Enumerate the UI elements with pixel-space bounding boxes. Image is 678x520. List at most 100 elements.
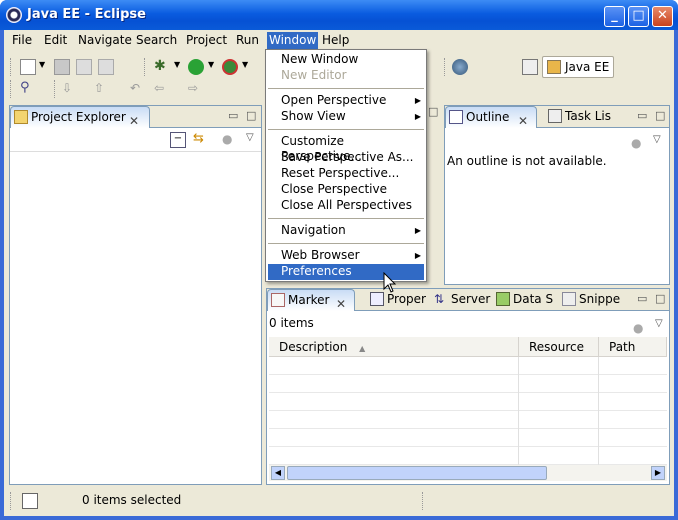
markers-view-menu-icon[interactable]: ▽ — [655, 318, 663, 329]
tab-task-list[interactable]: Task Lis — [545, 106, 625, 128]
menu-item-label: Preferences — [281, 264, 352, 278]
outline-empty-message: An outline is not available. — [447, 154, 607, 168]
tab-servers[interactable]: ⇅ Server — [431, 289, 491, 311]
maximize-button[interactable]: □ — [628, 6, 649, 27]
minimize-view-icon[interactable]: ▭ — [228, 109, 238, 122]
perspective-label: Java EE — [565, 60, 610, 74]
menu-item-open-perspective[interactable]: Open Perspective ▶ — [268, 93, 424, 109]
outline-view-menu-icon[interactable]: ▽ — [653, 134, 661, 145]
new-icon[interactable] — [20, 59, 36, 75]
column-description[interactable]: Description ▲ — [269, 337, 519, 357]
column-path[interactable]: Path — [599, 337, 667, 357]
next-annotation-icon[interactable]: ⇩ — [62, 81, 78, 97]
horizontal-scrollbar[interactable]: ◀ ▶ — [269, 465, 667, 481]
web-browser-icon[interactable] — [452, 59, 468, 75]
menu-item-navigation[interactable]: Navigation ▶ — [268, 223, 424, 239]
tab-markers[interactable]: Marker ✕ — [267, 289, 355, 311]
open-perspective-icon[interactable] — [522, 59, 538, 75]
java-ee-perspective-icon — [547, 60, 561, 74]
close-button[interactable]: ✕ — [652, 6, 673, 27]
debug-icon[interactable]: ✱ — [154, 59, 170, 75]
external-tools-dropdown-icon[interactable]: ▼ — [242, 60, 248, 69]
run-dropdown-icon[interactable]: ▼ — [208, 60, 214, 69]
scroll-right-icon[interactable]: ▶ — [651, 466, 665, 480]
scroll-left-icon[interactable]: ◀ — [271, 466, 285, 480]
last-edit-icon[interactable]: ↶ — [130, 81, 146, 97]
snippets-label: Snippe — [579, 292, 621, 306]
back-icon[interactable]: ⇦ — [154, 81, 170, 97]
menu-separator — [268, 243, 424, 244]
column-resource[interactable]: Resource — [519, 337, 599, 357]
snippets-icon — [562, 292, 576, 306]
data-source-icon — [496, 292, 510, 306]
menu-item-close-perspective[interactable]: Close Perspective — [268, 182, 424, 198]
outline-maximize-icon[interactable]: □ — [655, 109, 665, 122]
outline-tabbar: Outline ✕ Task Lis ▭ □ — [445, 106, 669, 128]
menu-help[interactable]: Help — [320, 32, 351, 49]
forward-icon[interactable]: ⇨ — [188, 81, 204, 97]
tab-snippets[interactable]: Snippe — [559, 289, 623, 311]
markers-icon — [271, 293, 285, 307]
link-with-editor-icon[interactable]: ⇆ — [193, 132, 209, 148]
view-menu-dots-icon[interactable]: ● — [222, 132, 238, 148]
save-icon[interactable] — [54, 59, 70, 75]
run-icon[interactable] — [188, 59, 204, 75]
tab-data-source[interactable]: Data S — [493, 289, 555, 311]
maximize-view-icon[interactable]: □ — [246, 109, 256, 122]
markers-minimize-icon[interactable]: ▭ — [637, 292, 647, 305]
editor-maximize-icon[interactable]: □ — [428, 105, 438, 118]
minimize-button[interactable]: _ — [604, 6, 625, 27]
folder-icon — [14, 110, 28, 124]
markers-view-menu-dots-icon[interactable]: ● — [633, 321, 649, 337]
menu-item-label: Open Perspective — [281, 93, 387, 107]
previous-annotation-icon[interactable]: ⇧ — [94, 81, 110, 97]
save-all-icon[interactable] — [76, 59, 92, 75]
menu-file[interactable]: File — [10, 32, 34, 49]
close-markers-icon[interactable]: ✕ — [336, 294, 346, 314]
markers-view: Marker ✕ Proper ⇅ Server Data S Snippe ▭… — [266, 288, 670, 485]
menu-item-customize-perspective[interactable]: Customize Perspective... — [268, 134, 424, 163]
perspective-switcher[interactable]: Java EE — [542, 56, 614, 78]
menu-separator — [268, 218, 424, 219]
menu-item-new-editor: New Editor — [268, 68, 424, 84]
menu-item-reset-perspective[interactable]: Reset Perspective... — [268, 166, 424, 182]
menu-edit[interactable]: Edit — [42, 32, 69, 49]
search-wrench-icon[interactable]: ⚲ — [20, 81, 36, 97]
collapse-all-icon[interactable]: − — [170, 132, 186, 148]
outline-minimize-icon[interactable]: ▭ — [637, 109, 647, 122]
project-explorer-label: Project Explorer — [31, 110, 126, 124]
external-tools-icon[interactable] — [222, 59, 238, 75]
fast-view-icon[interactable] — [22, 493, 38, 509]
menu-run[interactable]: Run — [234, 32, 261, 49]
menu-item-save-perspective-as[interactable]: Save Perspective As... — [268, 150, 424, 166]
close-outline-icon[interactable]: ✕ — [518, 111, 528, 131]
menu-item-show-view[interactable]: Show View ▶ — [268, 109, 424, 125]
view-menu-icon[interactable]: ▽ — [246, 132, 254, 143]
menu-window[interactable]: Window — [267, 32, 319, 49]
data-source-label: Data S — [513, 292, 554, 306]
window-menu-dropdown: New Window New Editor Open Perspective ▶ … — [265, 49, 427, 282]
tab-outline[interactable]: Outline ✕ — [445, 106, 537, 128]
outline-icon — [449, 110, 463, 124]
menu-project[interactable]: Project — [184, 32, 229, 49]
menu-item-web-browser[interactable]: Web Browser ▶ — [268, 248, 424, 264]
markers-maximize-icon[interactable]: □ — [655, 292, 665, 305]
properties-icon — [370, 292, 384, 306]
menu-search[interactable]: Search — [134, 32, 179, 49]
column-description-label: Description — [279, 340, 348, 354]
print-icon[interactable] — [98, 59, 114, 75]
outline-view-menu-dots-icon[interactable]: ● — [631, 136, 647, 152]
toolbar-separator-3 — [54, 80, 55, 98]
tab-project-explorer[interactable]: Project Explorer ✕ — [10, 106, 150, 128]
debug-dropdown-icon[interactable]: ▼ — [174, 60, 180, 69]
menu-item-new-window[interactable]: New Window — [268, 52, 424, 68]
scrollbar-thumb[interactable] — [287, 466, 547, 480]
tab-properties[interactable]: Proper — [367, 289, 429, 311]
title-bar[interactable]: Java EE - Eclipse _ □ ✕ — [0, 0, 678, 30]
menu-item-close-all-perspectives[interactable]: Close All Perspectives — [268, 198, 424, 214]
eclipse-app-icon — [6, 7, 22, 23]
menu-navigate[interactable]: Navigate — [76, 32, 134, 49]
new-dropdown-icon[interactable]: ▼ — [39, 60, 45, 69]
status-separator — [422, 492, 423, 510]
menu-item-preferences[interactable]: Preferences — [268, 264, 424, 280]
